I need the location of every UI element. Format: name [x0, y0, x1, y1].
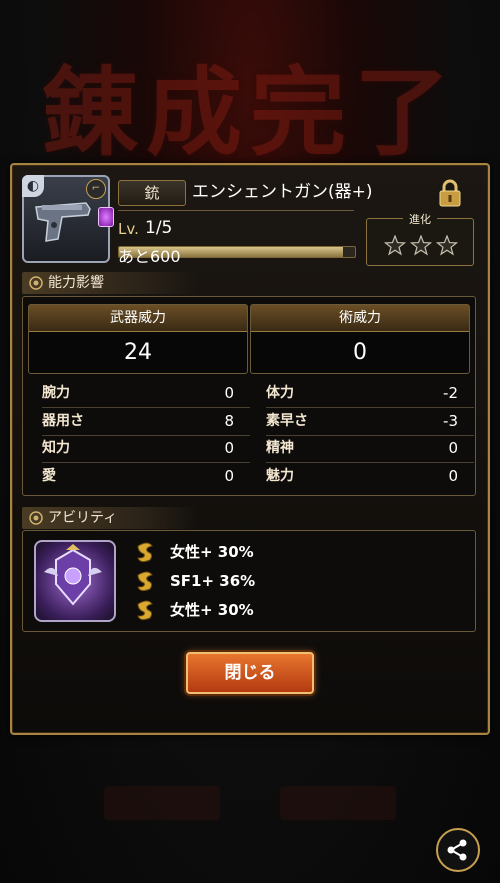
- gem-icon: [98, 207, 114, 227]
- ability-emblem-icon: [34, 540, 116, 622]
- stat-value: 0: [224, 467, 234, 485]
- ability-swirl-icon: [137, 600, 153, 621]
- stat-row: 腕力 0: [42, 382, 250, 408]
- ability-crest-icon: [44, 544, 102, 606]
- share-button[interactable]: [436, 828, 480, 872]
- stat-row: 精神 0: [266, 437, 474, 463]
- stat-label: 体力: [266, 385, 294, 401]
- gear-icon: [29, 511, 43, 525]
- gun-icon: [35, 202, 91, 242]
- stat-row: 知力 0: [42, 437, 250, 463]
- lock-icon[interactable]: [436, 178, 464, 208]
- weapon-name: エンシェントガン(器+): [192, 182, 373, 202]
- gun-type-badge-icon: ⌐: [86, 179, 106, 199]
- stat-label: 知力: [42, 440, 70, 456]
- background-title: 錬成完了: [42, 58, 458, 168]
- stat-value: 0: [224, 439, 234, 457]
- stat-value: -3: [443, 412, 458, 430]
- magic-power-label: 術威力: [251, 305, 469, 332]
- stats-section-title: 能力影響: [48, 275, 104, 291]
- stat-label: 精神: [266, 440, 294, 456]
- divider: [266, 407, 474, 408]
- evolution-label: 進化: [403, 213, 437, 227]
- level-label: Lv.: [118, 220, 139, 238]
- stat-label: 器用さ: [42, 413, 84, 429]
- stat-value: 8: [224, 412, 234, 430]
- star-icon: [383, 235, 407, 256]
- ability-text: 女性+ 30%: [170, 543, 254, 561]
- stat-row: 素早さ -3: [266, 410, 474, 436]
- ability-section-title: アビリティ: [48, 510, 118, 526]
- ability-section-header: アビリティ: [22, 507, 198, 529]
- weapon-power-value: 24: [124, 340, 152, 365]
- ability-swirl-icon: [137, 571, 153, 592]
- stat-row: 器用さ 8: [42, 410, 250, 436]
- divider: [42, 462, 250, 463]
- ability-swirl-icon: [137, 542, 153, 563]
- divider: [266, 435, 474, 436]
- stat-value: -2: [443, 384, 458, 402]
- stat-value: 0: [224, 384, 234, 402]
- stats-section-header: 能力影響: [22, 272, 198, 294]
- close-button[interactable]: 閉じる: [186, 652, 314, 694]
- stat-value: 0: [448, 439, 458, 457]
- magic-power-panel: 術威力 0: [250, 304, 470, 374]
- stat-row: 魅力 0: [266, 465, 474, 487]
- evolution-stars: [383, 235, 459, 256]
- background-button: [104, 786, 220, 820]
- gear-icon: [29, 276, 43, 290]
- divider: [118, 210, 354, 211]
- stat-label: 素早さ: [266, 413, 308, 429]
- star-icon: [435, 235, 459, 256]
- weapon-power-label: 武器威力: [29, 305, 247, 332]
- divider: [266, 462, 474, 463]
- stat-row: 体力 -2: [266, 382, 474, 408]
- weapon-power-panel: 武器威力 24: [28, 304, 248, 374]
- stat-value: 0: [448, 467, 458, 485]
- weapon-icon: ◐ ⌐: [22, 175, 114, 263]
- stat-label: 愛: [42, 468, 56, 484]
- exp-remaining: あと600: [118, 247, 181, 266]
- stat-row: 愛 0: [42, 465, 250, 487]
- stat-label: 魅力: [266, 468, 294, 484]
- stat-label: 腕力: [42, 385, 70, 401]
- weapon-category-tag: 銃: [118, 180, 186, 206]
- evolution-box: 進化: [366, 213, 474, 266]
- share-icon: [447, 839, 467, 861]
- magic-power-value: 0: [353, 340, 367, 365]
- ability-text: SF1+ 36%: [170, 572, 256, 590]
- divider: [42, 435, 250, 436]
- ability-text: 女性+ 30%: [170, 601, 254, 619]
- star-icon: [409, 235, 433, 256]
- background-button: [280, 786, 396, 820]
- level-value: 1/5: [145, 218, 173, 238]
- divider: [42, 407, 250, 408]
